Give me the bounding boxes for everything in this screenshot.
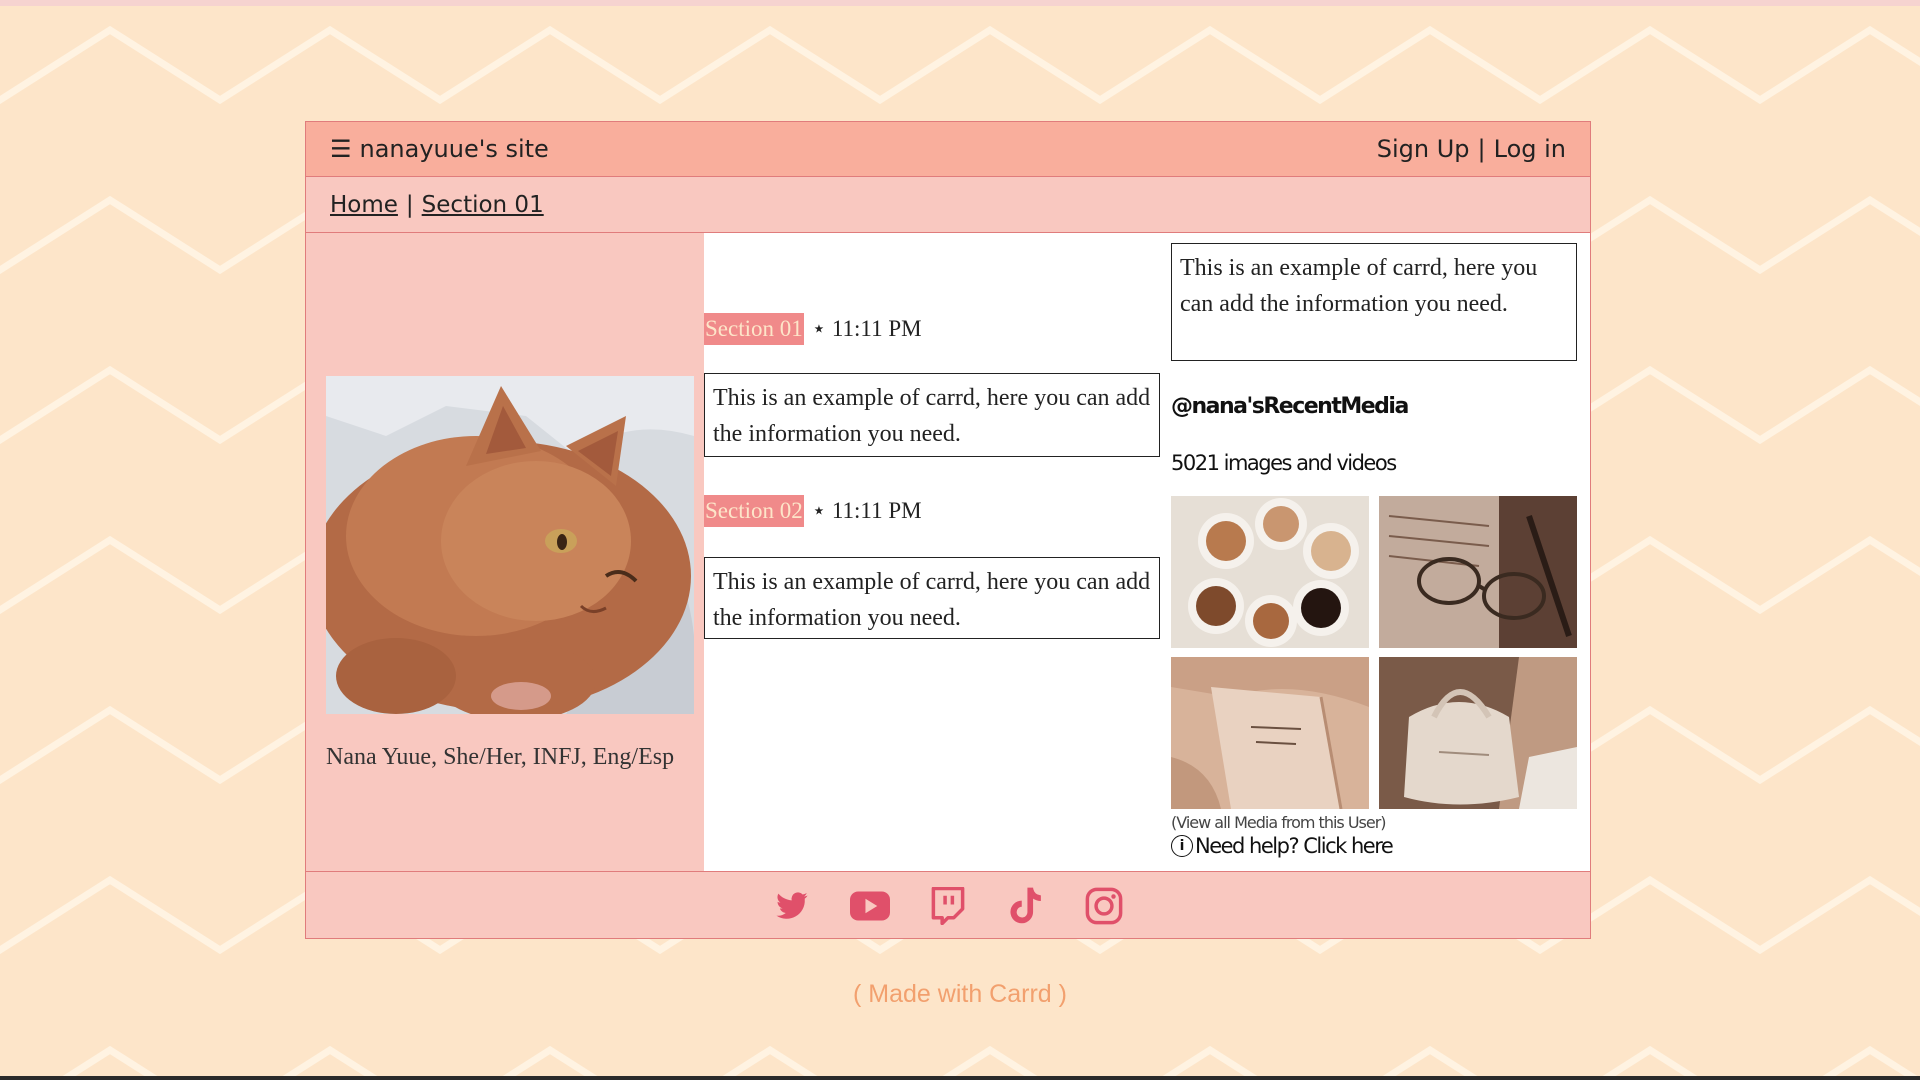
section-01-time: ⋆ 11:11 PM [811, 316, 922, 341]
top-border-strip [0, 0, 1920, 6]
log-in-link[interactable]: Log in [1494, 135, 1566, 163]
media-column: This is an example of carrd, here you ca… [1168, 233, 1590, 871]
media-handle: @nana'sRecentMedia [1171, 394, 1409, 419]
instagram-icon[interactable] [1084, 886, 1124, 926]
bottom-border-strip [0, 1076, 1920, 1080]
media-photo-open-book[interactable] [1171, 657, 1369, 809]
section-01-header: Section 01 ⋆ 11:11 PM [704, 313, 922, 345]
youtube-icon[interactable] [850, 886, 890, 926]
section-01-tag[interactable]: Section 01 [704, 313, 804, 345]
section-01-textbox: This is an example of carrd, here you ca… [704, 373, 1160, 457]
breadcrumb-home-link[interactable]: Home [330, 192, 398, 218]
content-area: Nana Yuue, She/Her, INFJ, Eng/Esp Sectio… [306, 233, 1590, 871]
help-link[interactable]: i Need help? Click here [1171, 834, 1394, 858]
made-with-carrd: ( Made with Carrd ) [0, 980, 1920, 1009]
breadcrumb: Home | Section 01 [306, 177, 1590, 233]
section-02-tag[interactable]: Section 02 [704, 495, 804, 527]
info-icon: i [1171, 835, 1193, 857]
breadcrumb-section-link[interactable]: Section 01 [422, 192, 544, 218]
made-with-carrd-link[interactable]: ( Made with Carrd ) [853, 980, 1067, 1008]
profile-bio: Nana Yuue, She/Her, INFJ, Eng/Esp [326, 744, 675, 770]
hamburger-menu-icon[interactable]: ☰ [330, 137, 352, 161]
twitter-icon[interactable] [772, 886, 812, 926]
site-title: nanayuue's site [359, 135, 549, 163]
media-count: 5021 images and videos [1171, 451, 1397, 475]
breadcrumb-separator: | [405, 191, 414, 218]
social-footer [306, 871, 1590, 938]
auth-links: Sign Up | Log in [1377, 135, 1566, 163]
section-02-time: ⋆ 11:11 PM [811, 498, 922, 523]
media-photo-glasses-letters[interactable] [1379, 496, 1577, 648]
twitch-icon[interactable] [928, 886, 968, 926]
section-02-header: Section 02 ⋆ 11:11 PM [704, 495, 922, 527]
help-link-label: Need help? Click here [1195, 834, 1394, 858]
view-all-media-link[interactable]: (View all Media from this User) [1171, 813, 1387, 832]
side-note-textbox: This is an example of carrd, here you ca… [1171, 243, 1577, 361]
media-photo-coffee-cups[interactable] [1171, 496, 1369, 648]
profile-cat-photo [326, 376, 694, 714]
site-brand[interactable]: ☰ nanayuue's site [330, 135, 549, 163]
tiktok-icon[interactable] [1006, 886, 1046, 926]
section-02-textbox: This is an example of carrd, here you ca… [704, 557, 1160, 639]
auth-separator: | [1477, 135, 1486, 163]
site-card: ☰ nanayuue's site Sign Up | Log in Home … [305, 121, 1591, 939]
profile-column: Nana Yuue, She/Her, INFJ, Eng/Esp [306, 233, 704, 871]
chevron-line [0, 25, 1920, 105]
media-photo-tote-bag[interactable] [1379, 657, 1577, 809]
top-navigation-bar: ☰ nanayuue's site Sign Up | Log in [306, 122, 1590, 177]
sign-up-link[interactable]: Sign Up [1377, 135, 1470, 163]
sections-column: Section 01 ⋆ 11:11 PM This is an example… [704, 233, 1168, 871]
